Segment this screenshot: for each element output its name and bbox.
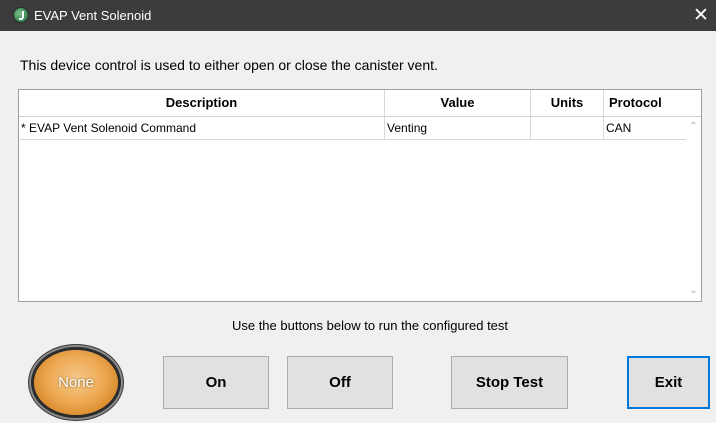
table-row[interactable]: * EVAP Vent Solenoid Command Venting CAN — [19, 117, 686, 140]
cell-protocol: CAN — [606, 121, 632, 135]
cell-units — [531, 117, 604, 139]
cell-value: Venting — [385, 117, 531, 139]
on-button[interactable]: On — [163, 356, 269, 409]
parameter-table: Description Value Units Protocol * EVAP … — [18, 89, 702, 302]
app-logo-icon — [14, 8, 28, 22]
scroll-up-icon[interactable]: ⌃ — [686, 119, 701, 135]
stop-test-button[interactable]: Stop Test — [451, 356, 568, 409]
status-label: None — [58, 374, 94, 391]
cell-description: * EVAP Vent Solenoid Command — [19, 117, 385, 139]
column-header-value[interactable]: Value — [385, 90, 531, 116]
exit-button[interactable]: Exit — [627, 356, 710, 409]
close-button[interactable]: ✕ — [686, 0, 716, 31]
window-title: EVAP Vent Solenoid — [34, 8, 152, 23]
instruction-text: Use the buttons below to run the configu… — [231, 318, 509, 333]
scroll-down-icon[interactable]: ⌄ — [686, 283, 701, 299]
table-header: Description Value Units Protocol — [19, 90, 701, 117]
column-header-description[interactable]: Description — [19, 90, 385, 116]
off-button[interactable]: Off — [287, 356, 393, 409]
column-header-protocol[interactable]: Protocol — [604, 90, 704, 116]
status-indicator: None — [34, 350, 118, 415]
column-header-units[interactable]: Units — [531, 90, 604, 116]
description-text: This device control is used to either op… — [20, 57, 438, 73]
title-bar: EVAP Vent Solenoid ✕ — [0, 0, 716, 31]
vertical-scrollbar[interactable]: ⌃ ⌄ — [686, 117, 701, 301]
